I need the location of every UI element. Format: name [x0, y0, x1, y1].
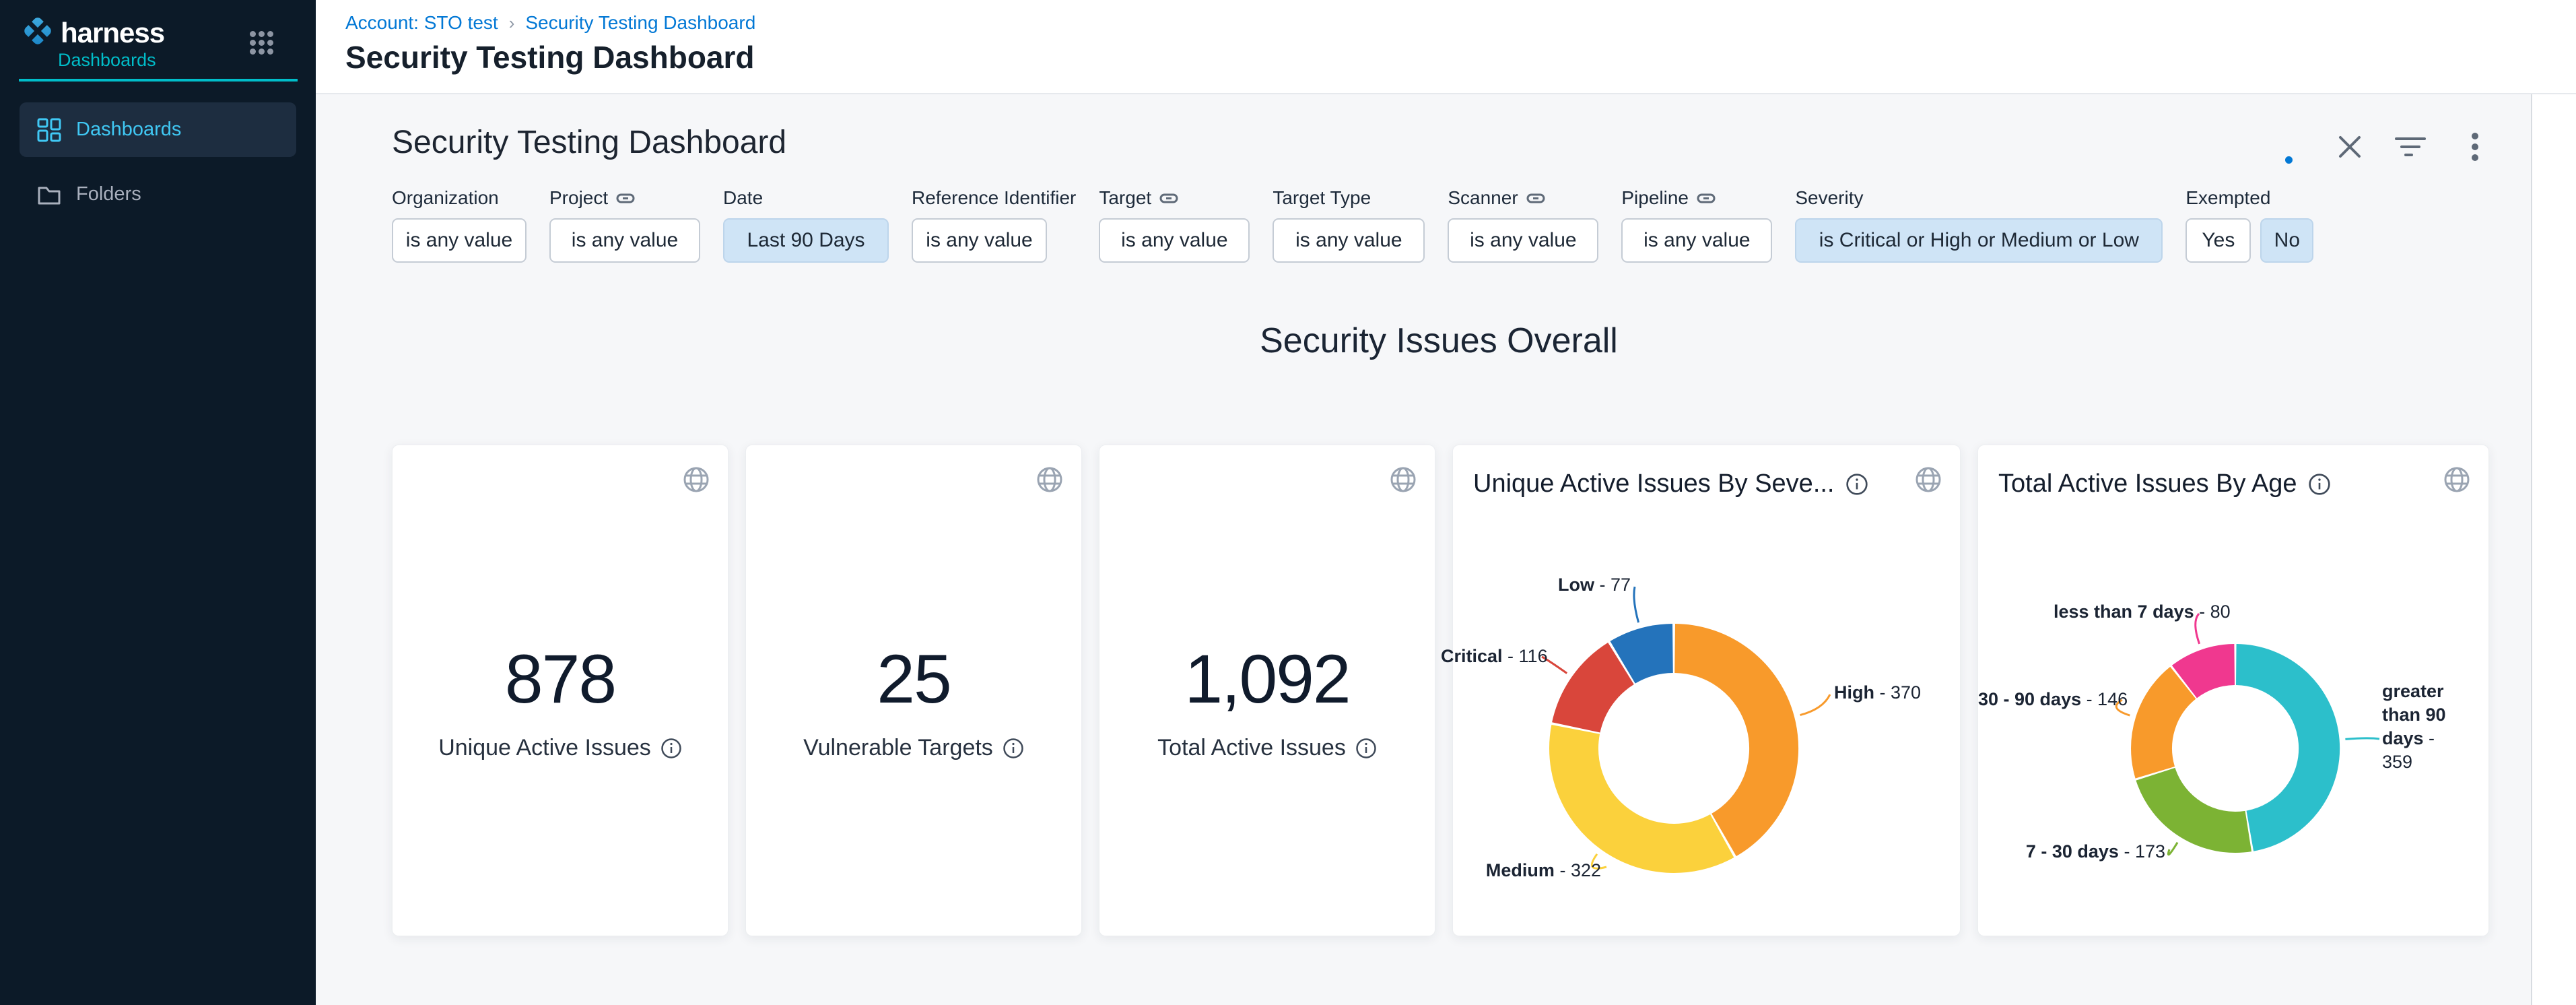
tile-total-active-issues: 1,092 Total Active Issues — [1099, 445, 1435, 936]
slice-label-high: High - 370 — [1834, 682, 1921, 703]
filter-value-button[interactable]: is any value — [392, 218, 527, 263]
donut-chart-severity: High - 370 Medium - 322 Critical - 116 L… — [1453, 445, 1960, 936]
tiles-row: 878 Unique Active Issues 25 — [392, 445, 2489, 936]
close-icon[interactable] — [2334, 131, 2366, 163]
link-icon — [1697, 189, 1716, 207]
tile-unique-active-issues-by-severity: Unique Active Issues By Seve... High - 3… — [1452, 445, 1961, 936]
slice-label-less-7: less than 7 days - 80 — [2054, 602, 2196, 622]
brand-name: harness — [61, 17, 164, 49]
stat-label: Unique Active Issues — [438, 735, 651, 761]
info-icon[interactable] — [1355, 738, 1377, 759]
notification-dot — [2285, 156, 2293, 164]
stat-value: 1,092 — [1099, 645, 1435, 713]
dashboard-panel-title: Security Testing Dashboard — [392, 124, 786, 161]
slice-label-30-90: 30 - 90 days - 146 — [1978, 689, 2118, 710]
harness-logo-icon — [20, 13, 55, 52]
exempted-yes-button[interactable]: Yes — [2185, 218, 2251, 263]
sidebar-item-label: Dashboards — [76, 119, 181, 141]
tile-unique-active-issues: 878 Unique Active Issues — [392, 445, 728, 936]
globe-icon[interactable] — [1036, 465, 1064, 494]
filter-exempted: Exempted Yes No — [2185, 187, 2313, 263]
filter-label: Exempted — [2185, 187, 2313, 209]
filter-label: Severity — [1795, 187, 2163, 209]
breadcrumb-account-link[interactable]: Account: STO test — [345, 12, 498, 34]
globe-icon[interactable] — [682, 465, 710, 494]
filter-value-button[interactable]: is any value — [549, 218, 700, 263]
filter-severity: Severity is Critical or High or Medium o… — [1795, 187, 2163, 263]
filter-bar: Organization is any value Project is any… — [392, 187, 2336, 263]
filter-label: Pipeline — [1621, 187, 1689, 209]
sidebar-item-label: Folders — [76, 183, 141, 205]
filter-scanner: Scanner is any value — [1448, 187, 1598, 263]
filter-value-button[interactable]: is Critical or High or Medium or Low — [1795, 218, 2163, 263]
stat-label: Vulnerable Targets — [803, 735, 993, 761]
section-title: Security Issues Overall — [392, 321, 2486, 361]
slice-label-critical: Critical - 116 — [1441, 646, 1538, 667]
filter-label: Target Type — [1273, 187, 1425, 209]
chevron-right-icon: › — [509, 13, 515, 34]
stat-value: 878 — [393, 645, 728, 713]
tile-total-active-issues-by-age: Total Active Issues By Age greater than … — [1977, 445, 2489, 936]
filter-value-button[interactable]: is any value — [1448, 218, 1598, 263]
scrollbar-track[interactable] — [2531, 94, 2576, 1005]
slice-label-greater-90: greater than 90 days - 359 — [2382, 680, 2459, 774]
filter-label: Date — [723, 187, 889, 209]
filter-project: Project is any value — [549, 187, 700, 263]
filter-pipeline: Pipeline is any value — [1621, 187, 1772, 263]
filter-value-button[interactable]: Last 90 Days — [723, 218, 889, 263]
app-grid-icon[interactable] — [250, 31, 274, 55]
breadcrumb-page-link[interactable]: Security Testing Dashboard — [525, 12, 755, 34]
slice-label-7-30: 7 - 30 days - 173 — [2025, 841, 2165, 862]
page-title: Security Testing Dashboard — [345, 39, 755, 75]
info-icon[interactable] — [660, 738, 682, 759]
link-icon — [1159, 189, 1178, 207]
filter-label: Scanner — [1448, 187, 1518, 209]
filter-organization: Organization is any value — [392, 187, 527, 263]
info-icon[interactable] — [1003, 738, 1024, 759]
app-root: harness Dashboards Dashboards — [0, 0, 2576, 1005]
filter-value-button[interactable]: is any value — [1621, 218, 1772, 263]
filter-label: Target — [1099, 187, 1151, 209]
brand[interactable]: harness — [20, 13, 164, 52]
kebab-menu-icon[interactable] — [2459, 131, 2491, 163]
module-name: Dashboards — [58, 50, 156, 71]
stat-label: Total Active Issues — [1157, 735, 1346, 761]
folder-icon — [37, 183, 61, 207]
filter-label: Reference Identifier — [912, 187, 1076, 209]
link-icon — [616, 189, 635, 207]
filter-target: Target is any value — [1099, 187, 1250, 263]
sidebar: harness Dashboards Dashboards — [0, 0, 316, 1005]
dashboards-icon — [37, 118, 61, 142]
sidebar-item-dashboards[interactable]: Dashboards — [20, 102, 296, 157]
globe-icon[interactable] — [1389, 465, 1417, 494]
sidebar-item-folders[interactable]: Folders — [20, 167, 296, 222]
exempted-no-button[interactable]: No — [2260, 218, 2313, 263]
filter-target-type: Target Type is any value — [1273, 187, 1425, 263]
top-header: Account: STO test › Security Testing Das… — [316, 0, 2576, 94]
filter-value-button[interactable]: is any value — [1099, 218, 1250, 263]
dashboard-content: Security Testing Dashboard — [316, 94, 2576, 1005]
filter-date: Date Last 90 Days — [723, 187, 889, 263]
slice-label-medium: Medium - 322 — [1479, 860, 1601, 881]
filter-label: Organization — [392, 187, 527, 209]
sidebar-divider — [19, 79, 298, 82]
link-icon — [1526, 189, 1545, 207]
filter-value-button[interactable]: is any value — [912, 218, 1047, 263]
filter-value-button[interactable]: is any value — [1273, 218, 1425, 263]
donut-chart-age: greater than 90 days - 359 7 - 30 days -… — [1978, 445, 2488, 936]
stat-value: 25 — [746, 645, 1081, 713]
filter-icon[interactable] — [2394, 131, 2427, 163]
tile-vulnerable-targets: 25 Vulnerable Targets — [745, 445, 1082, 936]
filter-label: Project — [549, 187, 608, 209]
slice-label-low: Low - 77 — [1534, 575, 1631, 595]
breadcrumb: Account: STO test › Security Testing Das… — [345, 12, 755, 34]
filter-reference-identifier: Reference Identifier is any value — [912, 187, 1076, 263]
